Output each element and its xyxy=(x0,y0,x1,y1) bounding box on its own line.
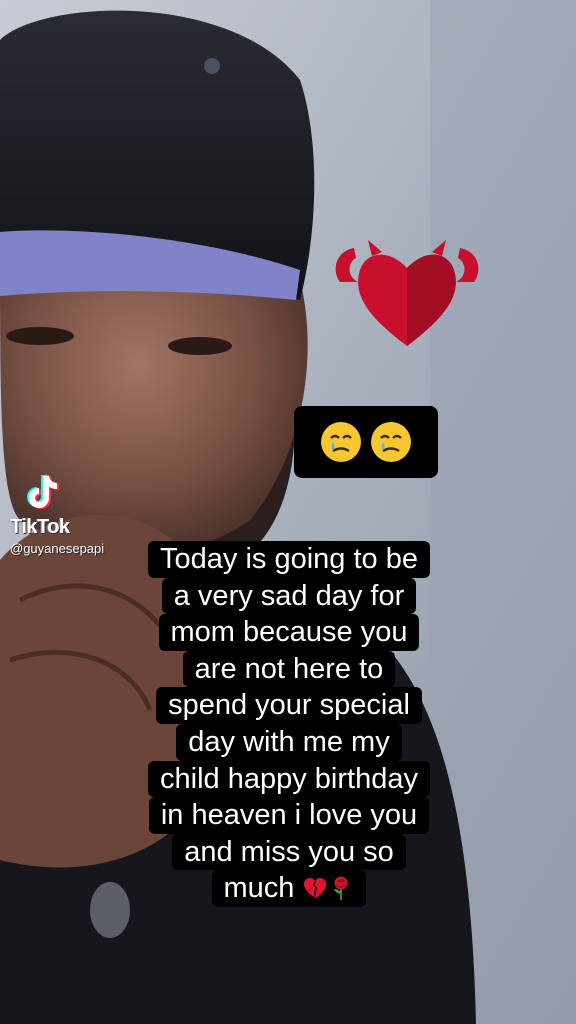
caption-line: day with me my xyxy=(176,723,402,761)
tiktok-brand-text: TikTok xyxy=(10,516,70,538)
caption-line: and miss you so xyxy=(172,833,406,871)
caption-line: child happy birthday xyxy=(148,760,430,798)
caption-line: much xyxy=(223,872,295,905)
face-holding-back-tears-icon xyxy=(321,422,361,462)
caption-line: in heaven i love you xyxy=(148,797,430,834)
caption-line: mom because you xyxy=(158,614,420,651)
caption-text-block: Today is going to be a very sad day for … xyxy=(132,541,446,907)
tiktok-logo-icon xyxy=(27,474,60,509)
caption-last-line: much xyxy=(211,870,367,907)
face-holding-back-tears-icon xyxy=(371,422,411,462)
emoji-sticker xyxy=(294,406,438,478)
caption-line: Today is going to be xyxy=(148,541,430,578)
creator-handle: @guyanesepapi xyxy=(10,541,105,556)
rose-icon xyxy=(334,876,348,901)
caption-line: a very sad day for xyxy=(161,577,417,615)
broken-heart-icon xyxy=(304,878,327,899)
caption-line: are not here to xyxy=(182,650,396,688)
caption-line: spend your special xyxy=(156,687,422,724)
